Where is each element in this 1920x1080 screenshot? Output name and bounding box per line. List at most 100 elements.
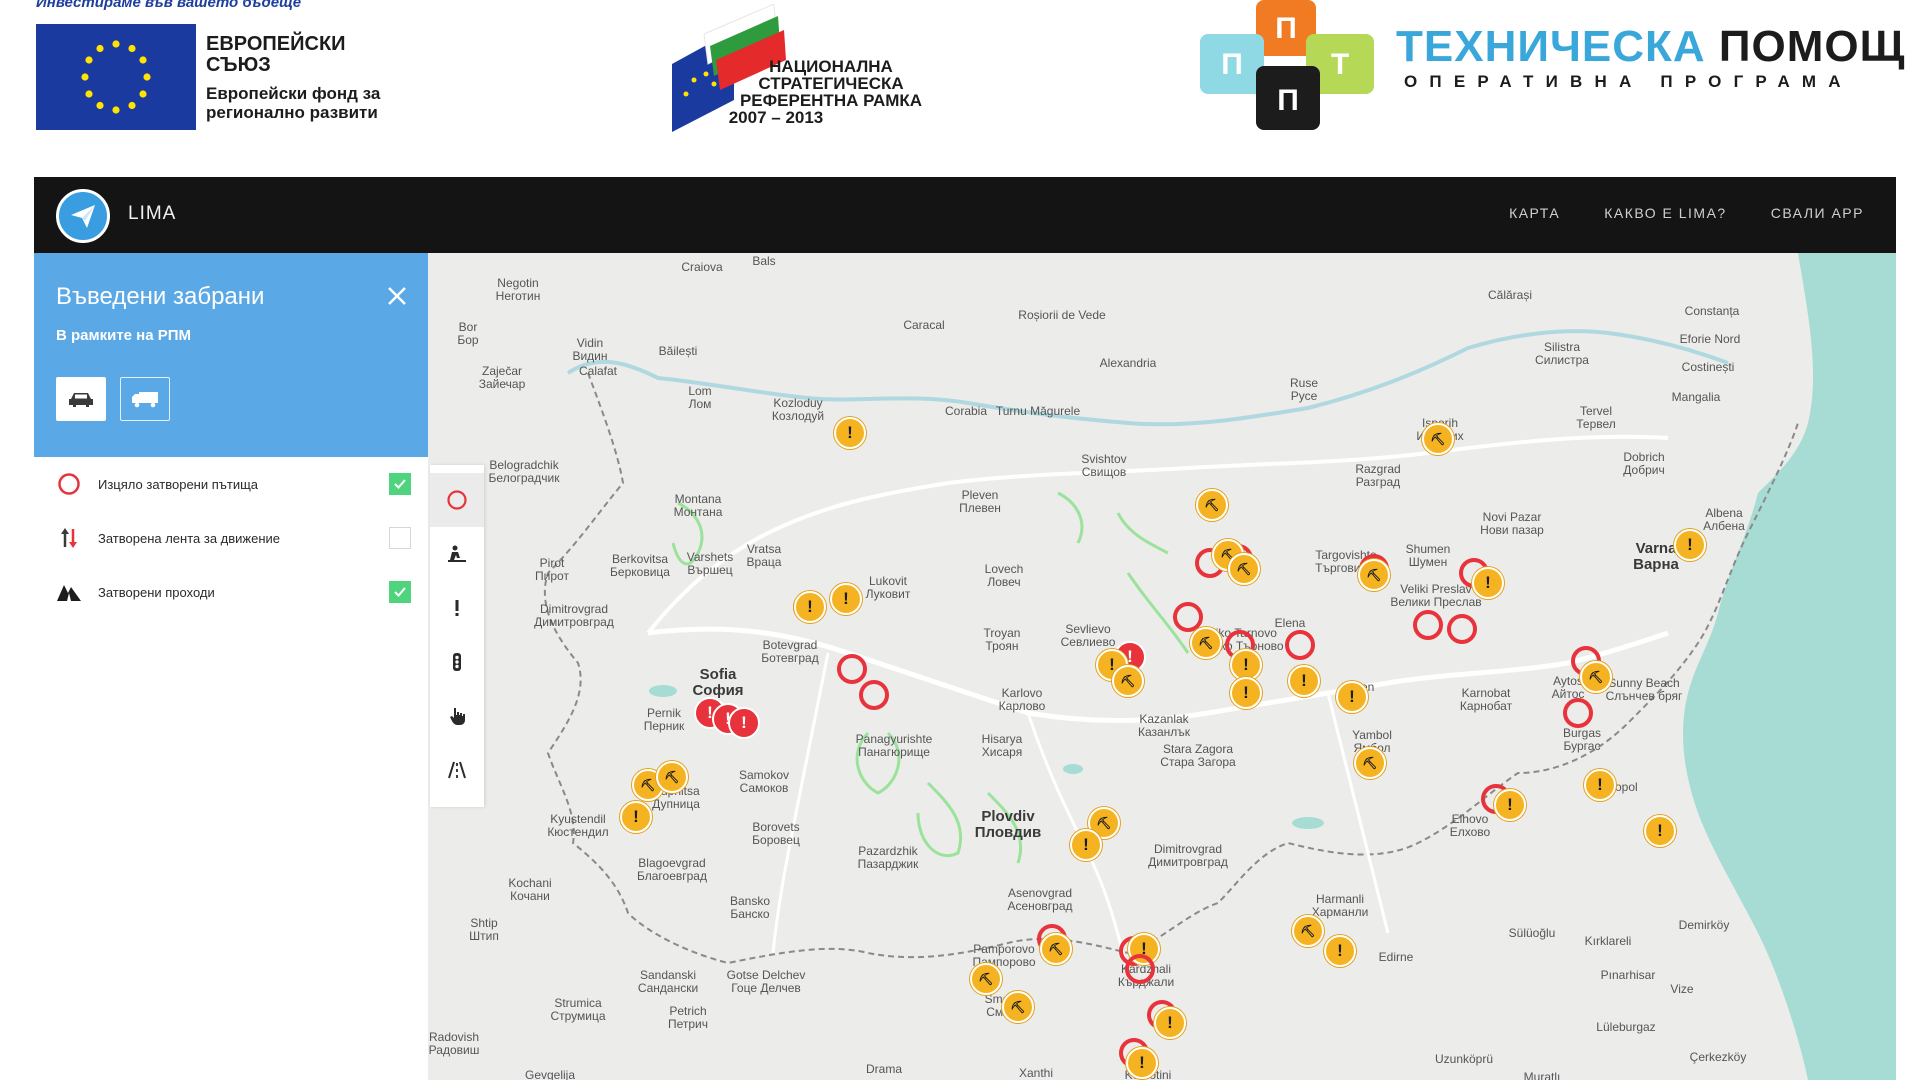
map-label-city: Blagoevgrad Благоевград <box>637 856 707 883</box>
road-works-marker[interactable]: ⛏ <box>1196 489 1228 521</box>
lake <box>1292 817 1324 829</box>
warning-marker[interactable]: ! <box>794 591 826 623</box>
warning-marker[interactable]: ! <box>1494 789 1526 821</box>
mountain-pass-icon <box>56 579 82 605</box>
map-label-city: Lukovit Луковит <box>865 574 911 601</box>
warning-icon <box>455 600 459 616</box>
filter-row-closed-lanes[interactable]: Затворена лента за движение <box>34 511 428 565</box>
road-works-marker[interactable]: ⛏ <box>1354 747 1386 779</box>
map-label-city: Lom Лом <box>688 384 712 411</box>
map-label-city: Drama <box>865 1062 903 1076</box>
warning-marker[interactable]: ! <box>1288 665 1320 697</box>
map-label-city: Samokov Самоков <box>738 768 790 795</box>
close-icon[interactable] <box>384 283 410 309</box>
closed-road-marker[interactable] <box>837 654 867 684</box>
map-label-city: Montana Монтана <box>673 492 723 519</box>
map-label-city: Sandanski Сандански <box>637 968 699 995</box>
filter-row-closed-passes[interactable]: Затворени проходи <box>34 565 428 619</box>
filter-label: Затворени проходи <box>98 584 215 600</box>
map-label-city: Alexandria <box>1099 356 1157 370</box>
warning-marker[interactable]: ! <box>1126 1047 1158 1079</box>
warning-marker[interactable]: ! <box>834 417 866 449</box>
map-label-city: Harmanli Харманли <box>1311 892 1369 919</box>
danger-marker[interactable]: ! <box>728 707 760 739</box>
map-label-city: Tervel Тервел <box>1576 404 1616 431</box>
map-label-city: Pirot Пирот <box>535 556 569 583</box>
road-works-marker[interactable]: ⛏ <box>1002 991 1034 1023</box>
nav-link-map[interactable]: КАРТА <box>1509 205 1560 221</box>
closed-road-marker[interactable] <box>1413 610 1443 640</box>
app-name[interactable]: LIMA <box>128 203 176 225</box>
road-works-marker[interactable]: ⛏ <box>1190 627 1222 659</box>
map-label-city: Craiova <box>681 260 723 274</box>
road-works-marker[interactable]: ⛏ <box>1422 423 1454 455</box>
tool-hand[interactable] <box>430 689 484 743</box>
map-label-city: Bansko Банско <box>729 894 771 921</box>
road-works-marker[interactable]: ⛏ <box>970 963 1002 995</box>
eu-title: ЕВРОПЕЙСКИ СЪЮЗ <box>206 33 346 76</box>
map-label-city: Constanța <box>1684 304 1740 318</box>
car-filter-button[interactable] <box>56 377 106 421</box>
closed-road-marker[interactable] <box>1447 614 1477 644</box>
map-label-city: Gevgelija <box>524 1068 576 1080</box>
eu-tagline: Инвестираме във вашето бъдеще <box>36 0 302 11</box>
warning-marker[interactable]: ! <box>1644 815 1676 847</box>
filter-checkbox-closed-roads[interactable] <box>389 473 411 495</box>
filter-checkbox-closed-passes[interactable] <box>389 581 411 603</box>
hand-pointer-icon <box>450 708 465 725</box>
map-label-city: Băilești <box>658 344 698 358</box>
nav-link-download-app[interactable]: СВАЛИ APP <box>1771 205 1864 221</box>
road-works-marker[interactable]: ⛏ <box>1228 553 1260 585</box>
map-label-city: Pernik Перник <box>643 706 685 733</box>
closed-road-marker[interactable] <box>1125 954 1155 984</box>
road-works-marker[interactable]: ⛏ <box>656 761 688 793</box>
closed-road-marker[interactable] <box>859 680 889 710</box>
road-works-marker[interactable]: ⛏ <box>1580 661 1612 693</box>
black-sea <box>1683 253 1896 1080</box>
map-label-city: Bals <box>752 254 776 268</box>
map-label-city: Muratlı <box>1523 1070 1561 1080</box>
warning-marker[interactable]: ! <box>1070 829 1102 861</box>
map-label-city: Elhovo Елхово <box>1449 812 1491 839</box>
closed-road-marker[interactable] <box>1563 698 1593 728</box>
map-label-capital: Sofia София <box>692 666 744 699</box>
closed-road-marker[interactable] <box>1285 630 1315 660</box>
road-works-marker[interactable]: ⛏ <box>1112 665 1144 697</box>
warning-marker[interactable]: ! <box>1584 769 1616 801</box>
warning-marker[interactable]: ! <box>1472 567 1504 599</box>
warning-marker[interactable]: ! <box>620 801 652 833</box>
map-view[interactable]: Craiova Bals Negotin Неготин Bor Бор Vidin… <box>428 253 1896 1080</box>
ta-title-blue: ТЕХНИЧЕСКА <box>1396 22 1706 71</box>
map-label-city: Elena <box>1274 616 1306 630</box>
nav-link-about[interactable]: КАКВО Е LIMA? <box>1604 205 1727 221</box>
road-works-marker[interactable]: ⛏ <box>1292 915 1324 947</box>
road-icon <box>448 761 466 779</box>
map-label-city: Calafat <box>578 364 618 378</box>
truck-filter-button[interactable] <box>120 377 170 421</box>
ta-subtitle: ОПЕРАТИВНА ПРОГРАМА <box>1404 72 1853 91</box>
paper-plane-icon[interactable] <box>56 189 110 243</box>
map-label-city: Berkovitsa Берковица <box>610 552 670 579</box>
tool-closed-roads[interactable] <box>430 473 484 527</box>
map-label-city: Troyan Троян <box>983 626 1021 653</box>
tool-road-works[interactable] <box>430 527 484 581</box>
tool-roads[interactable] <box>430 743 484 797</box>
map-label-city: Karnobat Карнобат <box>1459 686 1513 713</box>
truck-icon <box>132 392 158 408</box>
tool-traffic-lights[interactable] <box>430 635 484 689</box>
warning-marker[interactable]: ! <box>830 583 862 615</box>
eu-flag-logo <box>36 24 196 130</box>
ta-letter-top: П <box>1275 12 1297 45</box>
warning-marker[interactable]: ! <box>1674 529 1706 561</box>
warning-marker[interactable]: ! <box>1230 677 1262 709</box>
road-works-marker[interactable]: ⛏ <box>1358 559 1390 591</box>
filter-checkbox-closed-lanes[interactable] <box>389 527 411 549</box>
road-works-marker[interactable]: ⛏ <box>1040 933 1072 965</box>
filter-row-closed-roads[interactable]: Изцяло затворени пътища <box>34 457 428 511</box>
map-label-city: Silistra Силистра <box>1535 340 1589 367</box>
tool-warnings[interactable] <box>430 581 484 635</box>
map-label-city: Shumen Шумен <box>1405 542 1451 569</box>
warning-marker[interactable]: ! <box>1154 1007 1186 1039</box>
warning-marker[interactable]: ! <box>1324 935 1356 967</box>
warning-marker[interactable]: ! <box>1336 681 1368 713</box>
